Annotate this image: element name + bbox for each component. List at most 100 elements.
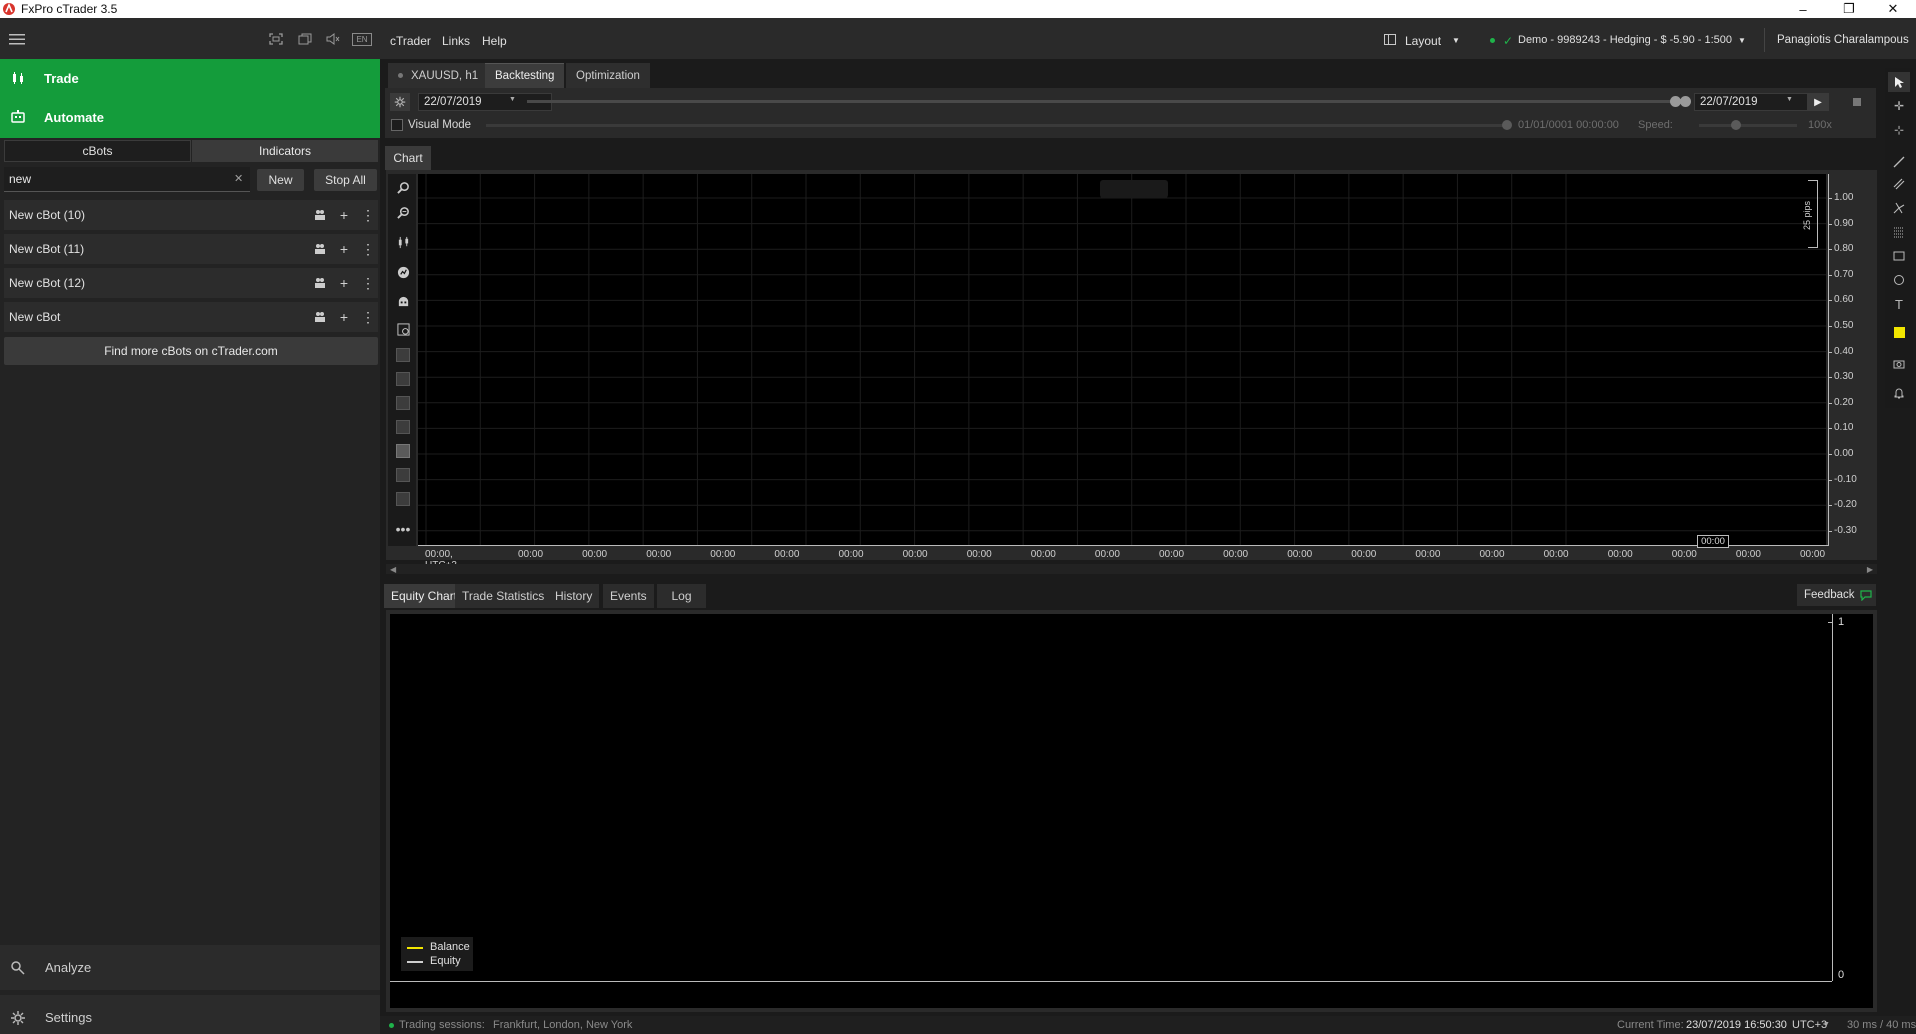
alert-bell-icon[interactable] — [1888, 383, 1910, 403]
chevron-down-icon[interactable]: ▼ — [1823, 1021, 1830, 1028]
crosshair-icon[interactable]: ✛ — [1888, 96, 1910, 116]
trendline-icon[interactable] — [1888, 152, 1910, 172]
tab-equity-chart[interactable]: Equity Chart — [384, 584, 465, 608]
camera-icon[interactable] — [1888, 354, 1910, 374]
add-instance-icon[interactable]: + — [336, 241, 352, 257]
ellipse-icon[interactable] — [1888, 270, 1910, 290]
date-range-slider[interactable] — [527, 100, 1684, 103]
speed-slider[interactable] — [1699, 124, 1797, 127]
instances-icon[interactable] — [312, 241, 328, 257]
instances-icon[interactable] — [312, 275, 328, 291]
chart-scrollbar[interactable]: ◀ ▶ — [386, 564, 1877, 574]
feedback-button[interactable]: Feedback — [1797, 584, 1876, 606]
add-instance-icon[interactable]: + — [336, 275, 352, 291]
more-options-icon[interactable]: ⋮ — [360, 275, 376, 291]
user-name[interactable]: Panagiotis Charalampous — [1777, 34, 1909, 46]
search-input[interactable] — [4, 167, 250, 192]
timezone-selector[interactable]: UTC+3 — [1792, 1019, 1827, 1031]
indicators-icon[interactable] — [393, 263, 413, 281]
tab-symbol[interactable]: XAUUSD, h1 — [388, 63, 489, 88]
visual-mode-checkbox[interactable] — [391, 119, 403, 131]
color-swatch-icon[interactable] — [1888, 322, 1910, 342]
new-cbot-button[interactable]: New — [257, 169, 304, 191]
tab-optimization[interactable]: Optimization — [566, 63, 650, 88]
more-timeframes-icon[interactable]: ••• — [393, 520, 413, 538]
menu-icon[interactable] — [8, 31, 26, 47]
chevron-down-icon[interactable]: ▼ — [1738, 36, 1746, 45]
sidebar-item-settings[interactable]: Settings — [0, 995, 380, 1034]
channel-icon[interactable] — [1888, 174, 1910, 194]
account-selector[interactable]: Demo - 9989243 - Hedging - $ -5.90 - 1:5… — [1518, 34, 1732, 46]
more-options-icon[interactable]: ⋮ — [360, 241, 376, 257]
list-item[interactable]: New cBot (10) + ⋮ — [4, 200, 378, 230]
timeframe-d1-icon[interactable] — [393, 466, 413, 484]
equity-chart-canvas[interactable] — [390, 614, 1873, 1008]
play-button[interactable]: ▶ — [1807, 93, 1829, 111]
tab-chart[interactable]: Chart — [385, 146, 431, 170]
cbot-robot-icon[interactable] — [393, 292, 413, 310]
minimize-button[interactable]: – — [1780, 0, 1826, 18]
chevron-down-icon[interactable]: ▼ — [1452, 36, 1460, 45]
zoom-in-icon[interactable] — [393, 178, 413, 196]
scroll-right-icon[interactable]: ▶ — [1867, 565, 1873, 574]
fibonacci-icon[interactable] — [1888, 222, 1910, 242]
windows-icon[interactable] — [296, 31, 314, 47]
pitchfork-icon[interactable] — [1888, 198, 1910, 218]
playback-slider[interactable] — [486, 124, 1508, 127]
playback-handle[interactable] — [1502, 120, 1512, 130]
tab-indicators[interactable]: Indicators — [192, 140, 378, 162]
sidebar-item-trade[interactable]: Trade — [0, 59, 380, 98]
sidebar-item-analyze[interactable]: Analyze — [0, 945, 380, 990]
range-handle-right[interactable] — [1680, 96, 1691, 107]
tab-backtesting[interactable]: Backtesting — [485, 63, 565, 88]
timeframe-m5-icon[interactable] — [393, 370, 413, 388]
zoom-out-icon[interactable] — [393, 203, 413, 221]
menu-help[interactable]: Help — [482, 34, 507, 48]
more-options-icon[interactable]: ⋮ — [360, 207, 376, 223]
timeframe-h1-icon[interactable] — [393, 418, 413, 436]
find-more-cbots-button[interactable]: Find more cBots on cTrader.com — [4, 337, 378, 365]
layout-icon[interactable] — [1384, 34, 1396, 45]
scroll-left-icon[interactable]: ◀ — [390, 565, 396, 574]
text-icon[interactable]: T — [1888, 294, 1910, 314]
layout-menu[interactable]: Layout — [1405, 34, 1441, 48]
more-options-icon[interactable]: ⋮ — [360, 309, 376, 325]
list-item[interactable]: New cBot (12) + ⋮ — [4, 268, 378, 298]
instances-icon[interactable] — [312, 207, 328, 223]
timeframe-h4-icon[interactable] — [393, 442, 413, 460]
chart-settings-icon[interactable] — [393, 320, 413, 338]
keyboard-icon[interactable]: EN — [352, 33, 372, 46]
add-instance-icon[interactable]: + — [336, 309, 352, 325]
stop-button[interactable] — [1846, 93, 1868, 111]
instances-icon[interactable] — [312, 309, 328, 325]
rectangle-icon[interactable] — [1888, 246, 1910, 266]
cursor-icon[interactable] — [1888, 72, 1910, 92]
clear-search-icon[interactable]: ✕ — [234, 172, 243, 185]
list-item[interactable]: New cBot + ⋮ — [4, 302, 378, 332]
menu-ctrader[interactable]: cTrader — [390, 34, 431, 48]
fullscreen-icon[interactable] — [267, 31, 285, 47]
list-item[interactable]: New cBot (11) + ⋮ — [4, 234, 378, 264]
tab-cbots[interactable]: cBots — [4, 140, 191, 162]
chevron-down-icon[interactable]: ▼ — [1786, 96, 1793, 103]
add-instance-icon[interactable]: + — [336, 207, 352, 223]
maximize-button[interactable]: ❐ — [1826, 0, 1872, 18]
menu-links[interactable]: Links — [442, 34, 470, 48]
chart-canvas[interactable] — [418, 174, 1826, 546]
tab-log[interactable]: Log — [657, 584, 706, 608]
timeframe-m1-icon[interactable] — [393, 346, 413, 364]
tab-trade-statistics[interactable]: Trade Statistics — [455, 584, 552, 608]
close-window-button[interactable]: ✕ — [1870, 0, 1916, 18]
chevron-down-icon[interactable]: ▼ — [509, 96, 516, 103]
sound-icon[interactable] — [324, 31, 342, 47]
tab-events[interactable]: Events — [603, 584, 654, 608]
stop-all-button[interactable]: Stop All — [314, 169, 377, 191]
sidebar-item-automate[interactable]: Automate — [0, 98, 380, 138]
measure-icon[interactable]: ⊹ — [1888, 120, 1910, 140]
timeframe-m15-icon[interactable] — [393, 394, 413, 412]
backtest-settings-gear-icon[interactable] — [390, 93, 410, 111]
candlestick-icon[interactable] — [393, 233, 413, 251]
tab-history[interactable]: History — [548, 584, 600, 608]
timeframe-w1-icon[interactable] — [393, 490, 413, 508]
speed-handle[interactable] — [1731, 120, 1741, 130]
